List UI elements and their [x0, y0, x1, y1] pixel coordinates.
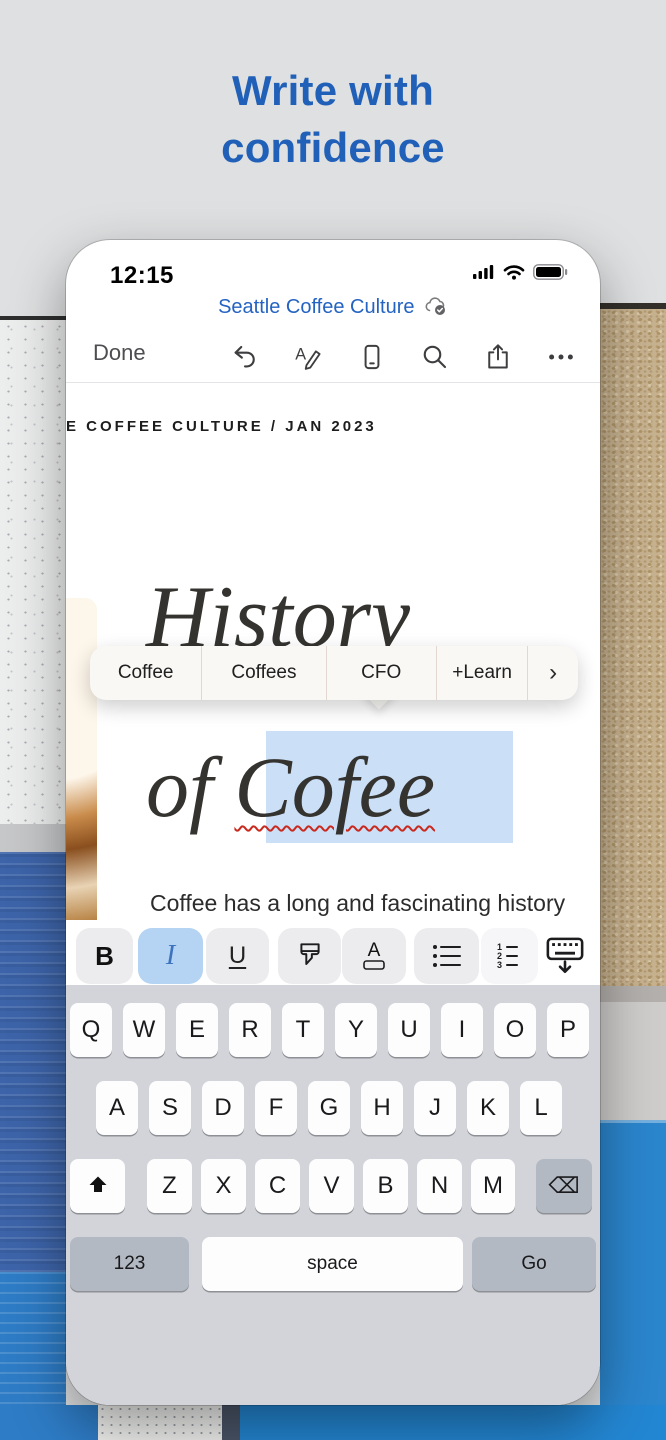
- key-r[interactable]: R: [229, 1003, 271, 1057]
- more-icon[interactable]: [546, 342, 576, 372]
- shift-icon: [86, 1174, 110, 1198]
- go-key[interactable]: Go: [472, 1237, 596, 1291]
- key-x[interactable]: X: [201, 1159, 246, 1213]
- autocorrect-popup: Coffee Coffees CFO +Learn ›: [90, 646, 578, 700]
- bold-button[interactable]: B: [76, 928, 133, 984]
- status-bar: 12:15: [66, 258, 600, 292]
- key-a[interactable]: A: [96, 1081, 138, 1135]
- misspelled-word-cofee[interactable]: Cofee: [234, 739, 435, 835]
- numbered-list-button[interactable]: 123: [481, 928, 538, 984]
- dismiss-keyboard-button[interactable]: [539, 928, 591, 984]
- blue-panel-left: [0, 852, 66, 1272]
- bullet-list-icon: [431, 943, 463, 969]
- highlighter-button[interactable]: [278, 928, 341, 984]
- doc-title-row: Seattle Coffee Culture: [66, 296, 600, 319]
- numbered-list-icon: 123: [495, 942, 525, 970]
- key-q[interactable]: Q: [70, 1003, 112, 1057]
- cork-board: [600, 303, 666, 992]
- hero-caption: Write with confidence: [0, 62, 666, 176]
- document-canvas[interactable]: E COFFEE CULTURE / JAN 2023 History of C…: [66, 383, 600, 920]
- underline-button[interactable]: U: [206, 928, 269, 984]
- para-prefix: Coffee has a long and fascinating histor…: [150, 890, 565, 920]
- highlighter-icon: [295, 940, 325, 972]
- font-color-letter: A: [368, 942, 381, 960]
- key-v[interactable]: V: [309, 1159, 354, 1213]
- ink-editor-icon[interactable]: A: [294, 342, 324, 372]
- svg-text:A: A: [295, 346, 306, 364]
- suggestion-coffee[interactable]: Coffee: [90, 646, 202, 700]
- key-n[interactable]: N: [417, 1159, 462, 1213]
- key-l[interactable]: L: [520, 1081, 562, 1135]
- key-p[interactable]: P: [547, 1003, 589, 1057]
- key-u[interactable]: U: [388, 1003, 430, 1057]
- key-j[interactable]: J: [414, 1081, 456, 1135]
- svg-text:3: 3: [497, 960, 502, 970]
- key-w[interactable]: W: [123, 1003, 165, 1057]
- formatting-bar: B I U A 123: [66, 920, 600, 985]
- key-f[interactable]: F: [255, 1081, 297, 1135]
- bullet-list-button[interactable]: [414, 928, 479, 984]
- hero-line2: confidence: [0, 119, 666, 176]
- font-color-box: [362, 960, 386, 970]
- font-color-button[interactable]: A: [342, 928, 406, 984]
- blue-tiles-bottom-right: [240, 1405, 666, 1440]
- phone-mockup: 12:15: [66, 240, 600, 1405]
- key-c[interactable]: C: [255, 1159, 300, 1213]
- key-k[interactable]: K: [467, 1081, 509, 1135]
- white-strip-bottom: [98, 1405, 222, 1440]
- suggestion-coffees[interactable]: Coffees: [202, 646, 326, 700]
- hero-line1: Write with: [0, 62, 666, 119]
- numbers-key[interactable]: 123: [70, 1237, 189, 1291]
- key-g[interactable]: G: [308, 1081, 350, 1135]
- suggestion-learn[interactable]: +Learn: [437, 646, 528, 700]
- status-time: 12:15: [110, 262, 174, 290]
- key-e[interactable]: E: [176, 1003, 218, 1057]
- key-h[interactable]: H: [361, 1081, 403, 1135]
- keyboard: Q W E R T Y U I O P A S D F G H J K L Z …: [66, 985, 600, 1405]
- blue-tiles-right: [600, 1120, 666, 1440]
- wifi-icon: [503, 264, 525, 280]
- cork-ledge: [600, 986, 666, 1002]
- key-z[interactable]: Z: [147, 1159, 192, 1213]
- undo-icon[interactable]: [230, 342, 260, 372]
- key-m[interactable]: M: [471, 1159, 515, 1213]
- battery-icon: [533, 264, 568, 280]
- search-icon[interactable]: [420, 342, 450, 372]
- top-toolbar: Done A: [66, 332, 600, 382]
- suggestion-cfo[interactable]: CFO: [327, 646, 437, 700]
- doc-paragraph: Coffee has a long and fascinating histor…: [150, 881, 600, 920]
- suggestions-more-chevron[interactable]: ›: [528, 646, 578, 700]
- slate-strip-bottom: [222, 1405, 240, 1440]
- cloud-sync-icon: [424, 297, 448, 316]
- key-s[interactable]: S: [149, 1081, 191, 1135]
- dismiss-keyboard-icon: [545, 936, 585, 976]
- key-y[interactable]: Y: [335, 1003, 377, 1057]
- share-icon[interactable]: [484, 342, 512, 372]
- space-key[interactable]: space: [202, 1237, 463, 1291]
- key-d[interactable]: D: [202, 1081, 244, 1135]
- done-button[interactable]: Done: [93, 340, 146, 366]
- key-b[interactable]: B: [363, 1159, 408, 1213]
- key-i[interactable]: I: [441, 1003, 483, 1057]
- shift-key[interactable]: [70, 1159, 125, 1213]
- wall-strip: [0, 824, 66, 852]
- doc-breadcrumb: E COFFEE CULTURE / JAN 2023: [66, 418, 377, 435]
- key-t[interactable]: T: [282, 1003, 324, 1057]
- signal-bars-icon: [473, 264, 495, 280]
- italic-button[interactable]: I: [138, 928, 203, 984]
- wall-right: [600, 1002, 666, 1120]
- backspace-key[interactable]: ⌫: [536, 1159, 592, 1213]
- doc-title[interactable]: Seattle Coffee Culture: [218, 296, 414, 318]
- mobile-view-icon[interactable]: [358, 342, 386, 372]
- key-o[interactable]: O: [494, 1003, 536, 1057]
- whiteboard-panel: [0, 316, 66, 832]
- heading-prefix: of: [146, 739, 234, 835]
- blue-tiles-bottom-left: [0, 1405, 98, 1440]
- doc-heading-line2: of Cofee: [146, 731, 435, 843]
